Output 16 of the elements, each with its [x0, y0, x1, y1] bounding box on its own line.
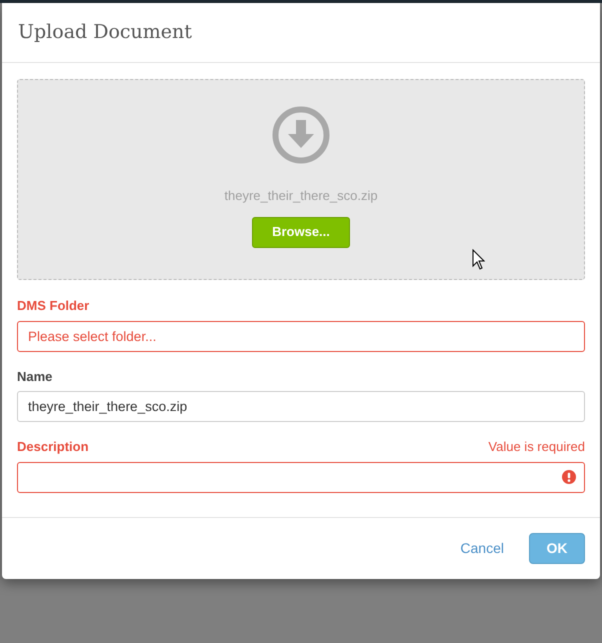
dialog-title: Upload Document [18, 21, 192, 44]
mouse-cursor-icon [472, 249, 485, 270]
file-name: theyre_their_there_sco.zip [224, 187, 378, 205]
field-label: DMS Folder [17, 297, 90, 315]
error-icon [562, 470, 576, 484]
input-field[interactable] [17, 462, 585, 492]
ok-button[interactable]: OK [529, 532, 585, 564]
error-message: Value is required [488, 438, 585, 456]
drop-zone[interactable]: theyre_their_there_sco.zip Browse... [17, 79, 585, 280]
field-label: Name [17, 368, 52, 386]
input-field[interactable]: theyre_their_there_sco.zip [17, 391, 585, 422]
browse-button[interactable]: Browse... [252, 216, 350, 248]
field-label: Description [17, 438, 89, 456]
download-icon [272, 106, 330, 164]
cancel-link[interactable]: Cancel [460, 538, 504, 558]
input-field[interactable]: Please select folder... [17, 320, 585, 352]
